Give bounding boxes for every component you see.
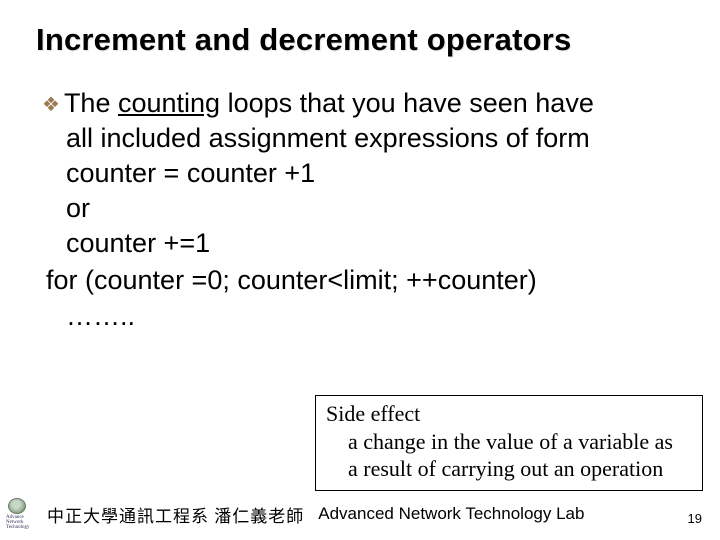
text-fragment: loops that you have seen have: [220, 88, 594, 118]
for-statement: for (counter =0; counter<limit; ++counte…: [42, 263, 684, 298]
bullet-line-1: The counting loops that you have seen ha…: [64, 86, 594, 121]
bullet-line-5: counter +=1: [42, 226, 684, 261]
slide: Increment and decrement operators ❖ The …: [0, 0, 720, 540]
lab-logo-icon: Advance Network Technology: [6, 498, 46, 530]
callout-heading: Side effect: [326, 400, 694, 428]
bullet-line-3: counter = counter +1: [42, 156, 684, 191]
body-block: ❖ The counting loops that you have seen …: [36, 86, 684, 332]
bullet-item: ❖ The counting loops that you have seen …: [42, 86, 684, 121]
footer: Advance Network Technology 中正大學通訊工程系 潘仁義…: [0, 496, 720, 532]
bullet-line-4: or: [42, 191, 684, 226]
globe-icon: [8, 498, 26, 514]
footer-english: Advanced Network Technology Lab: [318, 504, 584, 524]
diamond-bullet-icon: ❖: [42, 92, 60, 118]
callout-body-line-1: a change in the value of a variable as: [326, 428, 694, 456]
slide-title: Increment and decrement operators: [36, 22, 684, 58]
text-fragment: The: [64, 88, 118, 118]
page-number: 19: [688, 511, 702, 526]
callout-body-line-2: a result of carrying out an operation: [326, 455, 694, 483]
bullet-line-2: all included assignment expressions of f…: [42, 121, 684, 156]
logo-text-3: Technology: [6, 525, 46, 530]
underlined-word: counting: [118, 88, 220, 118]
ellipsis: ……..: [42, 301, 684, 332]
footer-chinese: 中正大學通訊工程系 潘仁義老師: [47, 502, 304, 527]
side-effect-callout: Side effect a change in the value of a v…: [315, 395, 703, 491]
